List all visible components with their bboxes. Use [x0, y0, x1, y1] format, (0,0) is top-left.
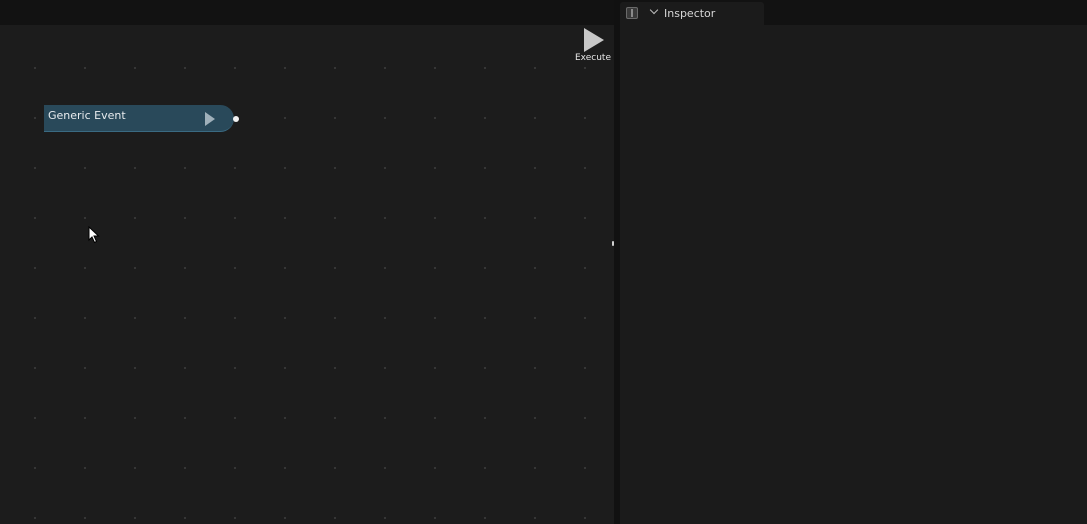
flow-arrow-icon: [205, 112, 215, 126]
graph-canvas[interactable]: [0, 25, 614, 524]
node-output-port[interactable]: [233, 116, 239, 122]
execute-button[interactable]: Execute: [572, 26, 614, 66]
mouse-cursor-icon: [88, 226, 100, 244]
inspector-panel: [620, 25, 1087, 524]
chevron-down-icon[interactable]: [649, 5, 659, 15]
panel-toggle-icon[interactable]: [626, 7, 638, 19]
inspector-tab-label: Inspector: [664, 7, 716, 20]
execute-label: Execute: [575, 53, 611, 63]
inspector-tab[interactable]: Inspector: [620, 2, 764, 25]
splitter-handle[interactable]: [612, 241, 614, 246]
graph-editor-window: Execute Generic Event Inspector: [0, 0, 1087, 524]
node-title: Generic Event: [48, 109, 126, 122]
top-bar: [0, 0, 1087, 25]
play-icon: [584, 28, 604, 52]
graph-node-generic-event[interactable]: Generic Event: [44, 105, 234, 132]
